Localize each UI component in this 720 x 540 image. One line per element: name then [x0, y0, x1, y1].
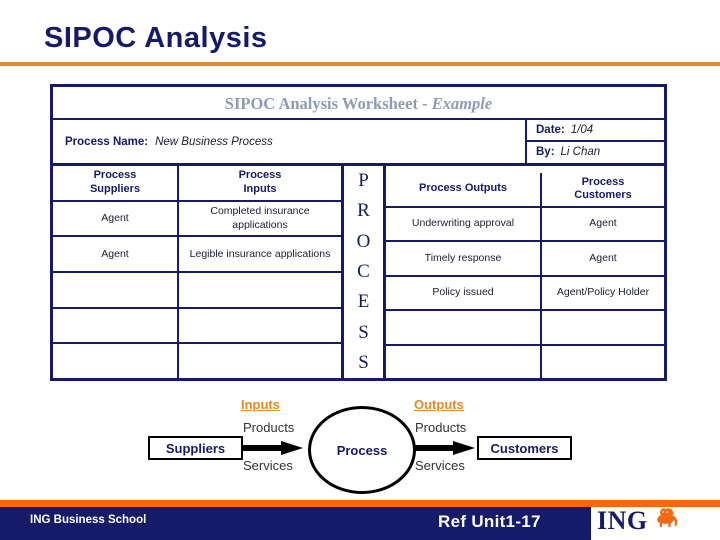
table-cell-output[interactable]: Underwriting approval	[386, 208, 540, 242]
date-label: Date:	[536, 123, 565, 136]
footer-reference: Ref Unit1-17	[438, 512, 541, 531]
column-process-vertical: P R O C E S S	[341, 166, 386, 378]
process-letter: O	[356, 230, 371, 252]
process-letter: P	[358, 170, 369, 192]
table-cell-input[interactable]	[179, 309, 341, 345]
header-inputs-line2: Inputs	[243, 182, 277, 195]
process-name-cell: Process Name: New Business Process	[53, 120, 527, 163]
lion-icon	[654, 506, 684, 535]
column-process-suppliers: Process Suppliers Agent Agent	[53, 166, 179, 378]
table-cell-supplier[interactable]: Agent	[53, 202, 177, 238]
header-inputs-line1: Process	[238, 169, 282, 182]
worksheet-title-main: SIPOC Analysis Worksheet -	[224, 94, 432, 113]
sipoc-worksheet: SIPOC Analysis Worksheet - Example Proce…	[50, 84, 667, 381]
table-cell-input[interactable]	[179, 344, 341, 378]
by-label: By:	[536, 146, 555, 159]
table-cell-customer[interactable]	[542, 346, 664, 379]
date-value[interactable]: 1/04	[571, 124, 593, 136]
header-process-suppliers: Process Suppliers	[53, 166, 177, 202]
title-divider-rule	[0, 62, 720, 66]
diagram-inputs-products: Products	[243, 420, 295, 435]
by-value[interactable]: Li Chan	[561, 146, 601, 158]
process-letter: S	[358, 321, 369, 343]
header-customers-line2: Customers	[574, 189, 632, 202]
footer-school-name: ING Business School	[30, 514, 147, 526]
process-name-value[interactable]: New Business Process	[155, 136, 273, 148]
sipoc-grid: Process Suppliers Agent Agent Process Inpu…	[53, 166, 664, 378]
table-cell-output[interactable]	[386, 346, 540, 379]
worksheet-title: SIPOC Analysis Worksheet - Example	[53, 87, 664, 120]
table-cell-input[interactable]: Legible insurance applications	[179, 237, 341, 274]
sipoc-flow-diagram: Inputs Outputs Products Services Product…	[0, 388, 720, 494]
by-cell: By: Li Chan	[527, 142, 664, 164]
process-letter: S	[358, 351, 369, 373]
table-cell-supplier[interactable]	[53, 344, 177, 378]
table-cell-input[interactable]: Completed insurance applications	[179, 202, 341, 238]
column-process-outputs: Process Outputs Underwriting approval Ti…	[386, 173, 542, 378]
grid-pane-left: Process Suppliers Agent Agent Process Inpu…	[53, 166, 341, 378]
header-process-customers: Process Customers	[542, 173, 664, 208]
worksheet-meta-row: Process Name: New Business Process Date:…	[53, 120, 664, 166]
process-letter: E	[357, 291, 370, 313]
ing-logo-text: ING	[597, 506, 648, 535]
table-cell-customer[interactable]	[542, 311, 664, 346]
diagram-suppliers-box: Suppliers	[148, 436, 243, 460]
diagram-outputs-products: Products	[415, 420, 467, 435]
worksheet-title-example: Example	[431, 94, 493, 113]
table-cell-customer[interactable]: Agent	[542, 208, 664, 242]
process-name-label: Process Name:	[65, 135, 149, 148]
table-cell-supplier[interactable]	[53, 273, 177, 309]
date-cell: Date: 1/04	[527, 120, 664, 142]
header-process-inputs: Process Inputs	[179, 166, 341, 202]
table-cell-output[interactable]: Policy issued	[386, 277, 540, 311]
diagram-inputs-services: Services	[243, 458, 293, 473]
process-letter: R	[357, 200, 370, 222]
header-suppliers-line1: Process	[93, 169, 137, 182]
table-cell-supplier[interactable]	[53, 309, 177, 345]
diagram-label-inputs: Inputs	[241, 397, 280, 412]
table-cell-input[interactable]	[179, 273, 341, 309]
header-customers-line1: Process	[581, 175, 625, 188]
table-cell-customer[interactable]: Agent	[542, 242, 664, 277]
table-cell-customer[interactable]: Agent/Policy Holder	[542, 277, 664, 311]
page-title: SIPOC Analysis	[44, 22, 268, 54]
diagram-process-circle: Process	[308, 406, 416, 494]
diagram-outputs-services: Services	[415, 458, 465, 473]
table-cell-supplier[interactable]: Agent	[53, 237, 177, 274]
arrow-right-icon	[415, 441, 475, 455]
ing-logo: ING	[597, 503, 707, 539]
arrow-right-icon	[243, 441, 303, 455]
date-by-group: Date: 1/04 By: Li Chan	[527, 120, 664, 163]
column-process-customers: Process Customers Agent Agent Agent/Polic…	[542, 173, 664, 378]
header-process-outputs: Process Outputs	[386, 173, 540, 208]
table-cell-output[interactable]: Timely response	[386, 242, 540, 277]
diagram-customers-box: Customers	[477, 436, 572, 460]
table-cell-output[interactable]	[386, 311, 540, 346]
process-letter: C	[357, 260, 370, 282]
header-suppliers-line2: Suppliers	[89, 182, 141, 195]
grid-pane-right: Process Outputs Underwriting approval Ti…	[386, 166, 664, 378]
diagram-label-outputs: Outputs	[414, 397, 464, 412]
column-process-inputs: Process Inputs Completed insurance applic…	[179, 166, 341, 378]
